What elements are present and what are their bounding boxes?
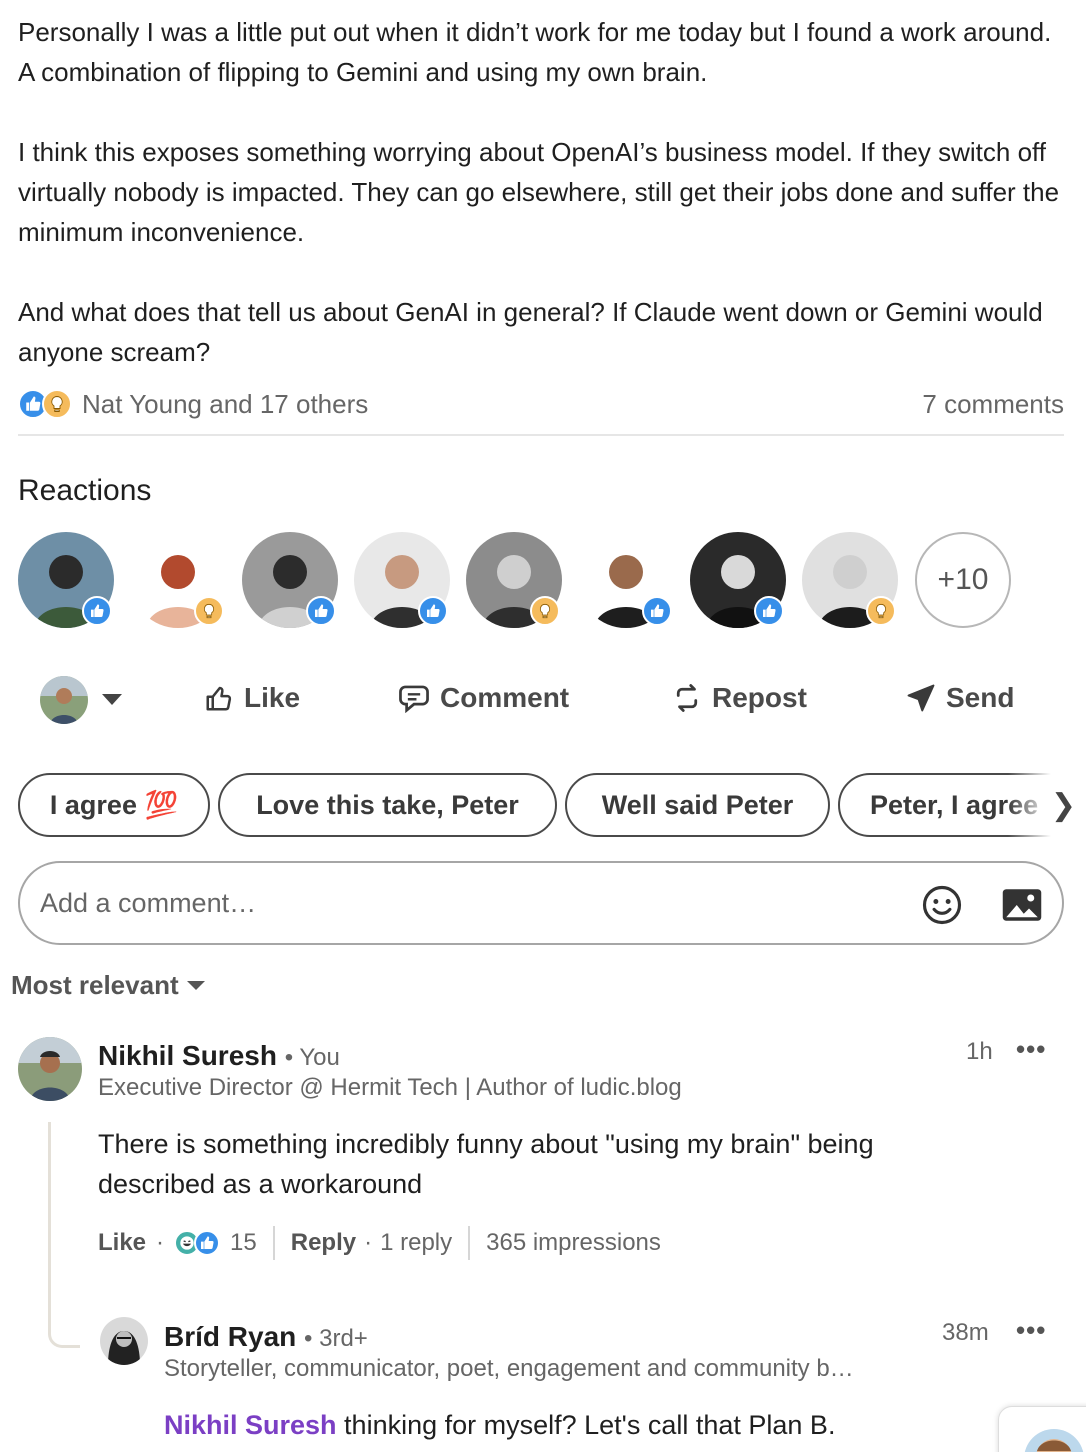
- caret-down-icon: [102, 694, 122, 705]
- commenter-name[interactable]: Nikhil Suresh • You: [98, 1040, 340, 1072]
- reactor-avatar[interactable]: [130, 532, 226, 628]
- thread-connector: [48, 1122, 80, 1348]
- reply-count[interactable]: 1 reply: [380, 1229, 452, 1257]
- reply-button[interactable]: Reply: [291, 1229, 356, 1257]
- sort-label: Most relevant: [11, 970, 179, 1000]
- like-label: Like: [244, 682, 301, 713]
- repost-label: Repost: [712, 682, 807, 713]
- send-button[interactable]: Send: [906, 682, 1014, 714]
- avatar[interactable]: [18, 1037, 82, 1101]
- commenter-headline: Storyteller, communicator, poet, engagem…: [164, 1355, 854, 1382]
- more-options-button[interactable]: •••: [1016, 1034, 1046, 1065]
- mention-link[interactable]: Nikhil Suresh: [164, 1410, 337, 1440]
- emoji-button[interactable]: [920, 883, 964, 927]
- connection-degree: • You: [284, 1044, 340, 1071]
- suggestion-pill[interactable]: Well said Peter: [565, 773, 830, 837]
- avatar: [1024, 1429, 1084, 1452]
- reactions-heading: Reactions: [18, 474, 152, 507]
- comment-text-body: thinking for myself? Let's call that Pla…: [336, 1410, 836, 1440]
- like-icon: [418, 596, 448, 626]
- reactor-avatar[interactable]: [242, 532, 338, 628]
- scroll-right-button[interactable]: ❯: [1008, 773, 1086, 837]
- reactors-summary[interactable]: Nat Young and 17 others: [18, 384, 368, 424]
- comment-timestamp: 1h: [966, 1038, 993, 1065]
- comment-actions: Like · 15 Reply · 1 reply 365 impression…: [98, 1226, 661, 1260]
- repost-icon: [676, 684, 698, 712]
- comment-label: Comment: [440, 682, 570, 713]
- post-action-bar: Like Comment Repost Send: [18, 672, 1064, 734]
- connection-degree: • 3rd+: [304, 1325, 368, 1352]
- reactor-avatar[interactable]: [802, 532, 898, 628]
- divider: [272, 1226, 275, 1260]
- like-icon: [642, 596, 672, 626]
- comment-button[interactable]: Comment: [398, 682, 569, 714]
- send-label: Send: [946, 682, 1015, 713]
- avatar[interactable]: [100, 1317, 148, 1365]
- like-icon: [194, 1230, 221, 1256]
- reactors-text: Nat Young and 17 others: [82, 389, 369, 419]
- chevron-right-icon: ❯: [1050, 788, 1076, 822]
- like-icon: [754, 596, 784, 626]
- ellipsis-icon: •••: [1016, 1034, 1047, 1064]
- insightful-icon: [194, 596, 224, 626]
- commenter-name-text: Nikhil Suresh: [98, 1040, 277, 1071]
- photo-button[interactable]: [1000, 883, 1044, 927]
- reactor-avatar[interactable]: [18, 532, 114, 628]
- comment-like-button[interactable]: Like: [98, 1229, 146, 1257]
- suggestion-pill[interactable]: Love this take, Peter: [218, 773, 557, 837]
- post-paragraph: Personally I was a little put out when i…: [18, 17, 1052, 87]
- comment-input[interactable]: [40, 883, 860, 923]
- more-options-button[interactable]: •••: [1016, 1315, 1046, 1346]
- messaging-overlay-button[interactable]: [998, 1406, 1086, 1452]
- insightful-icon: [42, 389, 72, 419]
- impressions-count[interactable]: 365 impressions: [486, 1229, 661, 1257]
- reactor-avatar[interactable]: [466, 532, 562, 628]
- image-icon: [1002, 889, 1042, 921]
- ellipsis-icon: •••: [1016, 1315, 1047, 1345]
- commenter-headline: Executive Director @ Hermit Tech | Autho…: [98, 1074, 682, 1101]
- suggested-replies: I agree 💯 Love this take, Peter Well sai…: [18, 773, 1086, 837]
- comment-text: Nikhil Suresh thinking for myself? Let's…: [164, 1405, 994, 1445]
- send-icon: [907, 684, 935, 712]
- insightful-icon: [530, 596, 560, 626]
- reactor-avatar[interactable]: [578, 532, 674, 628]
- suggestion-pill[interactable]: I agree 💯: [18, 773, 210, 837]
- reaction-avatars-row: +10: [18, 532, 1068, 632]
- repost-button[interactable]: Repost: [672, 682, 807, 714]
- caret-down-icon: [186, 980, 205, 990]
- actor-switcher[interactable]: [40, 676, 122, 724]
- comments-count-link[interactable]: 7 comments: [922, 384, 1064, 424]
- reactor-avatar[interactable]: [690, 532, 786, 628]
- commenter-name[interactable]: Bríd Ryan • 3rd+: [164, 1321, 368, 1353]
- comment-reaction-icons[interactable]: [174, 1230, 221, 1256]
- insightful-icon: [866, 596, 896, 626]
- reactor-avatar[interactable]: [354, 532, 450, 628]
- reaction-icon-stack: [18, 389, 72, 419]
- divider: [468, 1226, 471, 1260]
- commenter-name-text: Bríd Ryan: [164, 1321, 297, 1352]
- post-paragraph: And what does that tell us about GenAI i…: [18, 297, 1043, 367]
- avatar: [40, 676, 88, 724]
- post-body: Personally I was a little put out when i…: [18, 12, 1068, 372]
- like-icon: [82, 596, 112, 626]
- reaction-count[interactable]: 15: [230, 1229, 257, 1257]
- comment-icon: [399, 685, 429, 713]
- comment-text: There is something incredibly funny abou…: [98, 1129, 874, 1199]
- thumbs-up-icon: [206, 686, 232, 711]
- emoji-icon: [922, 885, 962, 925]
- comment-composer: [18, 861, 1064, 945]
- like-button[interactable]: Like: [204, 682, 300, 714]
- social-counts-bar: Nat Young and 17 others 7 comments: [18, 384, 1064, 436]
- post-paragraph: I think this exposes something worrying …: [18, 137, 1060, 247]
- more-reactors-button[interactable]: +10: [915, 532, 1011, 628]
- like-icon: [306, 596, 336, 626]
- comment-sort-dropdown[interactable]: Most relevant: [11, 970, 205, 1001]
- comment-timestamp: 38m: [942, 1319, 989, 1346]
